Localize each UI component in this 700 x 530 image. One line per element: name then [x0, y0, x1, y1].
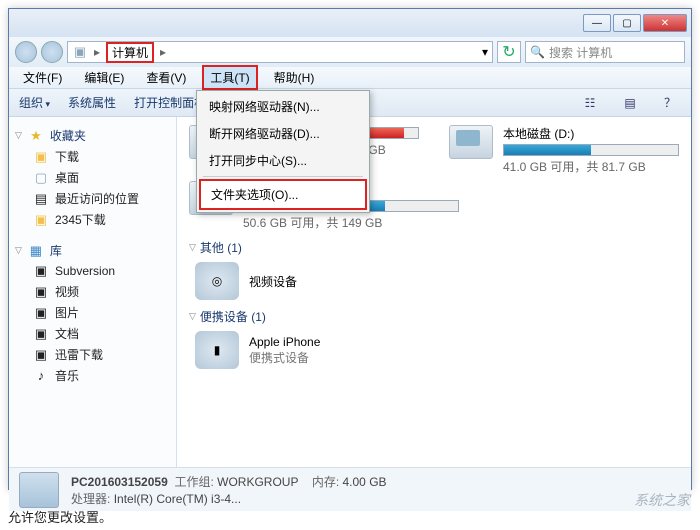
memory-value: 4.00 GB [343, 475, 387, 489]
library-icon: ▦ [28, 243, 44, 259]
sidebar-item-pictures[interactable]: ▣ 图片 [15, 302, 170, 323]
hint-text: 允许您更改设置。 [8, 507, 112, 526]
sidebar-item-label: 视频 [55, 283, 79, 300]
sidebar-libraries[interactable]: ▦ 库 ▣ Subversion ▣ 视频 ▣ 图片 ▣ 文档 ▣ 迅雷下载 ♪ 音乐 [15, 240, 170, 386]
section-other[interactable]: 其他 (1) [189, 239, 679, 256]
cpu-value: Intel(R) Core(TM) i3-4... [114, 492, 241, 506]
sidebar-item-video[interactable]: ▣ 视频 [15, 281, 170, 302]
sidebar-item-label: 音乐 [55, 367, 79, 384]
menu-item-map-drive[interactable]: 映射网络驱动器(N)... [199, 93, 367, 120]
sidebar-item-music[interactable]: ♪ 音乐 [15, 365, 170, 386]
search-placeholder: 搜索 计算机 [549, 44, 612, 61]
menu-item-sync-center[interactable]: 打开同步中心(S)... [199, 147, 367, 174]
device-label: 视频设备 [249, 273, 297, 290]
sidebar: ★ 收藏夹 ▣ 下载 ▢ 桌面 ▤ 最近访问的位置 ▣ 2345下载 ▦ 库 ▣ Subver… [9, 117, 177, 467]
drive-d[interactable]: 本地磁盘 (D:) 41.0 GB 可用，共 81.7 GB [449, 125, 679, 175]
device-label: Apple iPhone [249, 335, 320, 349]
nav-bar: ▣ ▸ 计算机 ▸ ▾ ↻ 🔍 搜索 计算机 [9, 37, 691, 67]
maximize-button[interactable]: ▢ [613, 14, 641, 32]
sidebar-item-recent[interactable]: ▤ 最近访问的位置 [15, 188, 170, 209]
preview-pane-icon[interactable]: ▤ [619, 93, 641, 113]
system-properties-button[interactable]: 系统属性 [68, 94, 116, 111]
minimize-button[interactable]: — [583, 14, 611, 32]
workgroup-label: 工作组: [174, 475, 213, 489]
search-icon: 🔍 [530, 45, 545, 59]
organize-button[interactable]: 组织 [19, 94, 50, 111]
back-button[interactable] [15, 41, 37, 63]
section-portable[interactable]: 便携设备 (1) [189, 308, 679, 325]
menu-help[interactable]: 帮助(H) [268, 67, 321, 88]
device-sublabel: 便携式设备 [249, 349, 320, 366]
help-icon[interactable]: ？ [659, 93, 681, 113]
documents-icon: ▣ [33, 326, 49, 342]
sidebar-item-label: 2345下载 [55, 211, 106, 228]
explorer-window: — ▢ ✕ ▣ ▸ 计算机 ▸ ▾ ↻ 🔍 搜索 计算机 文件(F) 编辑(E)… [8, 8, 692, 490]
sidebar-item-label: 迅雷下载 [55, 346, 103, 363]
address-bar[interactable]: ▣ ▸ 计算机 ▸ ▾ [67, 41, 493, 63]
menu-item-folder-options[interactable]: 文件夹选项(O)... [199, 179, 367, 210]
tools-dropdown: 映射网络驱动器(N)... 断开网络驱动器(D)... 打开同步中心(S)...… [196, 90, 370, 213]
sidebar-item-2345[interactable]: ▣ 2345下载 [15, 209, 170, 230]
menu-bar: 文件(F) 编辑(E) 查看(V) 工具(T) 帮助(H) [9, 67, 691, 89]
thunder-icon: ▣ [33, 347, 49, 363]
memory-label: 内存: [312, 475, 339, 489]
watermark: 系统之家 [634, 490, 690, 510]
crumb-sep-icon: ▸ [94, 45, 100, 59]
folder-icon: ▣ [33, 212, 49, 228]
menu-separator [203, 176, 363, 177]
recent-icon: ▤ [33, 191, 49, 207]
menu-file[interactable]: 文件(F) [17, 67, 68, 88]
phone-icon: ▮ [195, 331, 239, 369]
webcam-icon: ◎ [195, 262, 239, 300]
sidebar-item-documents[interactable]: ▣ 文档 [15, 323, 170, 344]
view-mode-icon[interactable]: ☷ [579, 93, 601, 113]
menu-view[interactable]: 查看(V) [140, 67, 192, 88]
video-icon: ▣ [33, 284, 49, 300]
menu-item-disconnect-drive[interactable]: 断开网络驱动器(D)... [199, 120, 367, 147]
usage-bar [503, 144, 679, 156]
star-icon: ★ [28, 128, 44, 144]
desktop-icon: ▢ [33, 170, 49, 186]
svn-icon: ▣ [33, 263, 49, 279]
pc-name: PC201603152059 [71, 475, 168, 489]
close-button[interactable]: ✕ [643, 14, 687, 32]
cpu-label: 处理器: [71, 492, 110, 506]
sidebar-item-downloads[interactable]: ▣ 下载 [15, 146, 170, 167]
sidebar-item-label: 文档 [55, 325, 79, 342]
crumb-sep-icon: ▸ [160, 45, 166, 59]
sidebar-fav-label: 收藏夹 [50, 127, 86, 144]
breadcrumb-computer[interactable]: 计算机 [106, 42, 154, 63]
computer-icon: ▣ [72, 44, 88, 60]
workgroup-value: WORKGROUP [217, 475, 298, 489]
drive-name: 本地磁盘 (D:) [503, 125, 679, 142]
address-dropdown-icon[interactable]: ▾ [482, 45, 488, 59]
titlebar: — ▢ ✕ [9, 9, 691, 37]
pictures-icon: ▣ [33, 305, 49, 321]
folder-icon: ▣ [33, 149, 49, 165]
sidebar-item-label: Subversion [55, 264, 115, 278]
sidebar-item-label: 下载 [55, 148, 79, 165]
menu-tools[interactable]: 工具(T) [202, 65, 257, 90]
forward-button[interactable] [41, 41, 63, 63]
drive-stat: 50.6 GB 可用，共 149 GB [243, 214, 459, 231]
sidebar-item-subversion[interactable]: ▣ Subversion [15, 261, 170, 281]
refresh-button[interactable]: ↻ [497, 41, 521, 63]
sidebar-item-thunder[interactable]: ▣ 迅雷下载 [15, 344, 170, 365]
sidebar-item-label: 图片 [55, 304, 79, 321]
device-iphone[interactable]: ▮ Apple iPhone 便携式设备 [195, 331, 679, 369]
drive-icon [449, 125, 493, 159]
search-input[interactable]: 🔍 搜索 计算机 [525, 41, 685, 63]
device-video[interactable]: ◎ 视频设备 [195, 262, 679, 300]
drive-stat: 41.0 GB 可用，共 81.7 GB [503, 158, 679, 175]
sidebar-lib-label: 库 [50, 242, 62, 259]
computer-icon [19, 472, 59, 508]
sidebar-item-label: 最近访问的位置 [55, 190, 139, 207]
status-bar: PC201603152059 工作组: WORKGROUP 内存: 4.00 G… [9, 467, 691, 511]
music-icon: ♪ [33, 368, 49, 384]
sidebar-item-desktop[interactable]: ▢ 桌面 [15, 167, 170, 188]
sidebar-favorites[interactable]: ★ 收藏夹 ▣ 下载 ▢ 桌面 ▤ 最近访问的位置 ▣ 2345下载 [15, 125, 170, 230]
sidebar-item-label: 桌面 [55, 169, 79, 186]
menu-edit[interactable]: 编辑(E) [78, 67, 130, 88]
